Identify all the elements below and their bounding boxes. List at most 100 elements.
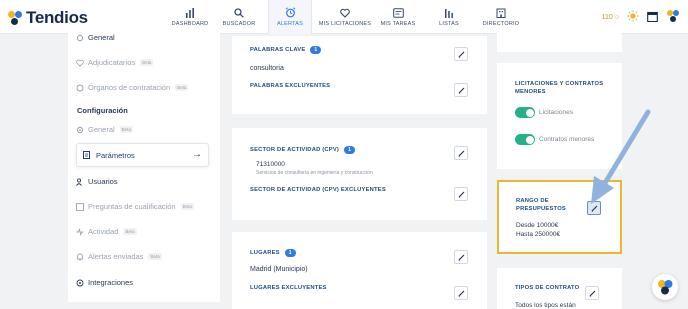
list-bars-icon [444, 7, 454, 18]
sidebar-item-label: General [88, 33, 115, 42]
sector-code: 71310000 [256, 161, 285, 168]
edit-excluded-sector-button[interactable] [454, 187, 468, 201]
keywords-card: PALABRAS CLAVE 1 consultoria PALABRAS EX… [232, 36, 487, 114]
sidebar-item-parametros[interactable]: Parámetros → [76, 143, 209, 167]
edit-excluded-places-button[interactable] [454, 286, 468, 300]
nav-listas[interactable]: LISTAS [432, 0, 466, 34]
keywords-count-badge: 1 [310, 46, 322, 54]
contract-types-title: TIPOS DE CONTRATO [515, 285, 580, 291]
annotation-arrow-icon [591, 109, 651, 204]
sidebar-item-label: Usuarios [88, 177, 118, 186]
nav-label: LISTAS [439, 21, 459, 27]
excluded-keywords-title: PALABRAS EXCLUYENTES [250, 83, 331, 89]
toggle-contratos-menores[interactable] [515, 134, 535, 145]
arrow-right-icon: → [192, 149, 202, 160]
budget-to: Hasta 250000€ [516, 231, 561, 238]
top-navigation-bar: Tendios DASHBOARD BUSCADOR ALERTAS MIS L… [0, 0, 688, 34]
places-title: LUGARES 1 [250, 249, 296, 257]
sidebar-item-preguntas-cualificacion[interactable]: Preguntas de cualificación Beta [76, 202, 194, 211]
contracts-title: LICITACIONES Y CONTRATOS MENORES [515, 81, 604, 95]
calendar-icon[interactable] [647, 11, 658, 24]
nav-buscador[interactable]: BUSCADOR [221, 0, 257, 34]
beta-badge: Beta [140, 59, 154, 66]
nav-label: DASHBOARD [171, 21, 209, 27]
nav-label: ALERTAS [277, 21, 303, 27]
nav-alertas[interactable]: ALERTAS [268, 0, 312, 34]
edit-places-button[interactable] [454, 250, 468, 264]
settings-sidebar: General Adjudicatarios Beta Órganos de c… [68, 30, 220, 302]
sidebar-item-label: Órganos de contratación [88, 83, 171, 92]
bell-icon [76, 253, 84, 261]
nav-label: DIRECTORIO [482, 21, 520, 27]
sidebar-item-label: Actividad [88, 227, 119, 236]
budget-title: RANGO DE PRESUPUESTOS [516, 198, 566, 212]
sidebar-item-actividad[interactable]: Actividad Beta [76, 227, 137, 236]
sector-description: Servicios de consultoría en ingeniería y… [256, 170, 373, 176]
sidebar-item-label: Integraciones [88, 278, 134, 287]
nav-label: BUSCADOR [222, 21, 256, 27]
toggle-label: Licitaciones [539, 109, 573, 116]
nav-label: MIS TAREAS [380, 21, 416, 27]
sidebar-item-organos-contratacion[interactable]: Órganos de contratación Beta [76, 83, 189, 92]
places-card: LUGARES 1 Madrid (Municipio) LUGARES EXC… [232, 232, 487, 309]
gear-icon [76, 126, 84, 134]
toggle-licitaciones[interactable] [515, 107, 535, 118]
tendios-logo-icon [658, 280, 673, 295]
sidebar-item-usuarios[interactable]: Usuarios [76, 177, 118, 186]
building-icon [496, 7, 506, 18]
toggle-knob [525, 108, 534, 117]
edit-sector-button[interactable] [454, 146, 468, 160]
sidebar-item-adjudicatarios[interactable]: Adjudicatarios Beta [76, 58, 154, 67]
coins-icon: ○ [614, 13, 619, 21]
pencil-icon [458, 45, 465, 63]
sidebar-item-label: Parámetros [96, 150, 135, 160]
pencil-icon [458, 81, 465, 99]
pencil-icon [458, 144, 465, 162]
beta-badge: Beta [180, 203, 194, 210]
sun-icon[interactable] [627, 10, 639, 24]
help-chat-button[interactable] [652, 274, 678, 300]
list-icon [76, 202, 84, 211]
credits-counter[interactable]: 110 ○ [602, 14, 619, 21]
beta-badge: Beta [119, 126, 133, 133]
keywords-title: PALABRAS CLAVE 1 [250, 46, 322, 54]
nav-directorio[interactable]: DIRECTORIO [480, 0, 522, 34]
users-icon [76, 177, 84, 186]
document-icon [83, 151, 91, 159]
edit-excluded-keywords-button[interactable] [454, 83, 468, 97]
sidebar-item-general[interactable]: General Beta [76, 125, 133, 134]
sidebar-item-label: Preguntas de cualificación [88, 202, 176, 211]
places-count-badge: 1 [284, 249, 296, 257]
sidebar-item-integraciones[interactable]: Integraciones [76, 278, 133, 287]
user-logo-avatar[interactable] [666, 9, 680, 25]
sector-count-badge: 1 [344, 146, 356, 154]
edit-contract-types-button[interactable] [585, 286, 599, 300]
sidebar-item-general-top[interactable]: General [76, 33, 115, 42]
nav-dashboard[interactable]: DASHBOARD [170, 0, 210, 34]
contract-types-value: Todos los tipos están [515, 302, 576, 309]
logo-mark-icon [8, 11, 22, 25]
beta-badge: Beta [175, 84, 189, 91]
sidebar-item-alertas-enviadas[interactable]: Alertas enviadas Beta [76, 252, 162, 261]
contract-types-card: TIPOS DE CONTRATO Todos los tipos están [497, 268, 622, 309]
pencil-icon [458, 248, 465, 266]
heart-icon [76, 59, 84, 67]
heart-icon [340, 7, 350, 18]
edit-keywords-button[interactable] [454, 47, 468, 61]
budget-from: Desde 10000€ [516, 222, 559, 229]
task-icon [392, 7, 404, 18]
activity-icon [76, 227, 84, 236]
app-logo[interactable]: Tendios [8, 8, 88, 28]
sector-title: SECTOR DE ACTIVIDAD (CPV) 1 [250, 146, 356, 154]
pencil-icon [458, 284, 465, 302]
pencil-icon [589, 284, 596, 302]
top-right-card [497, 30, 622, 52]
plug-icon [76, 279, 84, 287]
sidebar-item-label: Adjudicatarios [88, 58, 136, 67]
search-icon [234, 7, 244, 18]
nav-mis-licitaciones[interactable]: MIS LICITACIONES [318, 0, 372, 34]
header-tools: 110 ○ [602, 9, 680, 25]
pencil-icon [458, 185, 465, 203]
nav-mis-tareas[interactable]: MIS TAREAS [378, 0, 418, 34]
place-value: Madrid (Municipio) [250, 266, 308, 273]
